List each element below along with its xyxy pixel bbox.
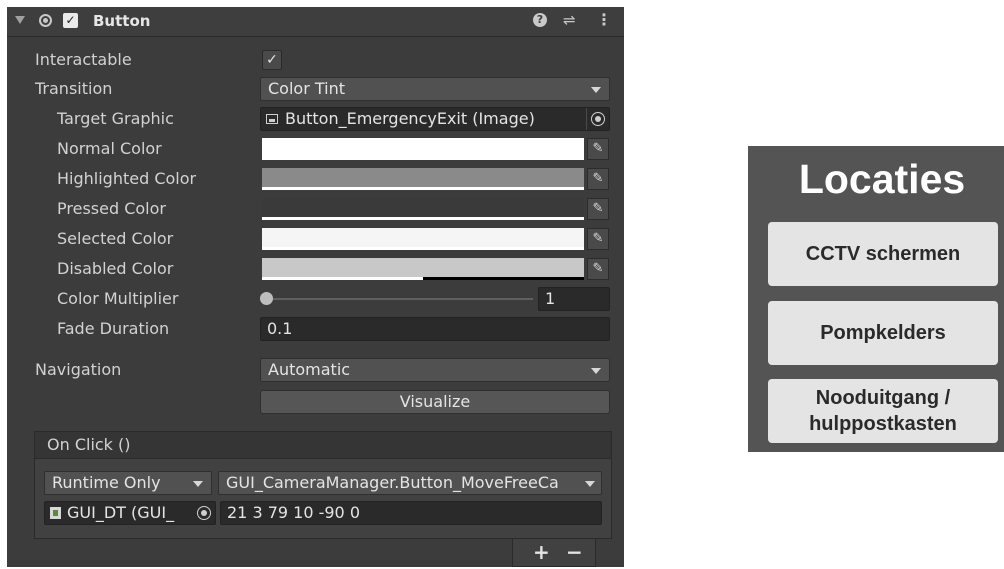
target-graphic-value: Button_EmergencyExit (Image): [285, 109, 535, 128]
field-divider: [586, 108, 587, 130]
color-multiplier-row: Color Multiplier 1: [7, 285, 624, 313]
chevron-down-icon: [585, 481, 595, 487]
selected-color-row: Selected Color ✎: [7, 225, 624, 253]
object-picker-icon[interactable]: [591, 112, 605, 126]
eyedropper-icon[interactable]: ✎: [587, 258, 609, 280]
alpha-bar: [262, 157, 584, 160]
help-icon[interactable]: ?: [533, 13, 547, 27]
pressed-color-label: Pressed Color: [57, 199, 166, 218]
nooduitgang-button[interactable]: Nooduitgang / hulppostkasten: [768, 379, 998, 443]
target-graphic-label: Target Graphic: [57, 109, 174, 128]
navigation-row: Navigation Automatic: [7, 356, 624, 384]
navigation-label: Navigation: [35, 360, 122, 379]
disabled-color-label: Disabled Color: [57, 259, 174, 278]
chevron-down-icon: [591, 87, 601, 93]
visualize-button[interactable]: Visualize: [260, 390, 610, 414]
pompkelders-button[interactable]: Pompkelders: [768, 301, 998, 365]
alpha-bar: [262, 187, 584, 190]
navigation-dropdown[interactable]: Automatic: [260, 358, 610, 382]
navigation-value: Automatic: [268, 360, 351, 379]
preset-icon[interactable]: ⇌: [563, 11, 576, 29]
interactable-label: Interactable: [35, 50, 132, 69]
radio-icon: [39, 14, 52, 27]
function-dropdown[interactable]: GUI_CameraManager.Button_MoveFreeCa: [218, 471, 602, 495]
object-picker-icon[interactable]: [197, 506, 211, 520]
event-object-field[interactable]: GUI_DT (GUI_: [44, 501, 216, 525]
image-icon: [266, 114, 278, 124]
chevron-down-icon: [591, 368, 601, 374]
slider-handle[interactable]: [260, 292, 273, 305]
selected-color-swatch[interactable]: [262, 228, 584, 250]
color-multiplier-slider[interactable]: [268, 298, 533, 300]
remove-button[interactable]: −: [566, 539, 583, 565]
alpha-bar: [262, 217, 584, 220]
fade-duration-label: Fade Duration: [57, 319, 170, 338]
transition-dropdown[interactable]: Color Tint: [260, 77, 610, 101]
locaties-title: Locaties: [798, 156, 966, 202]
event-argument-input[interactable]: 21 3 79 10 -90 0: [220, 501, 602, 525]
disabled-color-row: Disabled Color ✎: [7, 255, 624, 283]
transition-label: Transition: [35, 79, 113, 98]
eyedropper-icon[interactable]: ✎: [587, 198, 609, 220]
runtime-value: Runtime Only: [52, 473, 161, 492]
pressed-color-row: Pressed Color ✎: [7, 195, 624, 223]
normal-color-label: Normal Color: [57, 139, 162, 158]
eyedropper-icon[interactable]: ✎: [587, 138, 609, 160]
eyedropper-icon[interactable]: ✎: [587, 228, 609, 250]
on-click-label: On Click (): [47, 435, 131, 454]
nooduitgang-label-line2: hulppostkasten: [809, 413, 957, 435]
kebab-menu-icon[interactable]: ⋮: [596, 10, 612, 29]
enabled-check-icon[interactable]: ✓: [63, 13, 78, 28]
event-object-value: GUI_DT (GUI_: [67, 503, 175, 522]
component-header[interactable]: ✓ Button ? ⇌ ⋮: [7, 7, 624, 37]
function-value: GUI_CameraManager.Button_MoveFreeCa: [226, 473, 559, 492]
runtime-dropdown[interactable]: Runtime Only: [44, 471, 212, 495]
target-graphic-field[interactable]: Button_EmergencyExit (Image): [260, 107, 610, 131]
highlighted-color-row: Highlighted Color ✎: [7, 165, 624, 193]
chevron-down-icon: [193, 481, 203, 487]
inspector-panel: ✓ Button ? ⇌ ⋮ Interactable ✓ Transition…: [7, 7, 624, 567]
pressed-color-swatch[interactable]: [262, 198, 584, 220]
on-click-header: On Click (): [34, 431, 612, 459]
highlighted-color-label: Highlighted Color: [57, 169, 197, 188]
add-button[interactable]: +: [533, 539, 550, 565]
highlighted-color-swatch[interactable]: [262, 168, 584, 190]
normal-color-row: Normal Color ✎: [7, 135, 624, 163]
transition-value: Color Tint: [268, 79, 345, 98]
selected-color-label: Selected Color: [57, 229, 174, 248]
eyedropper-icon[interactable]: ✎: [587, 168, 609, 190]
script-icon: [50, 507, 61, 519]
fade-duration-row: Fade Duration 0.1: [7, 315, 624, 343]
normal-color-swatch[interactable]: [262, 138, 584, 160]
alpha-bar: [262, 277, 423, 280]
interactable-row: Interactable ✓: [7, 46, 624, 74]
alpha-bar: [262, 247, 584, 250]
locaties-panel: Locaties CCTV schermen Pompkelders Noodu…: [748, 146, 1004, 452]
color-multiplier-input[interactable]: 1: [538, 287, 610, 311]
target-graphic-row: Target Graphic Button_EmergencyExit (Ima…: [7, 105, 624, 133]
nooduitgang-label-line1: Nooduitgang /: [815, 387, 951, 409]
component-title: Button: [93, 12, 151, 30]
collapse-triangle-icon[interactable]: [15, 16, 25, 24]
list-add-remove: + −: [512, 539, 596, 567]
transition-row: Transition Color Tint: [7, 75, 624, 103]
disabled-color-swatch[interactable]: [262, 258, 584, 280]
cctv-button[interactable]: CCTV schermen: [768, 222, 998, 286]
interactable-checkbox[interactable]: ✓: [262, 50, 282, 70]
fade-duration-input[interactable]: 0.1: [260, 317, 610, 341]
color-multiplier-label: Color Multiplier: [57, 289, 179, 308]
